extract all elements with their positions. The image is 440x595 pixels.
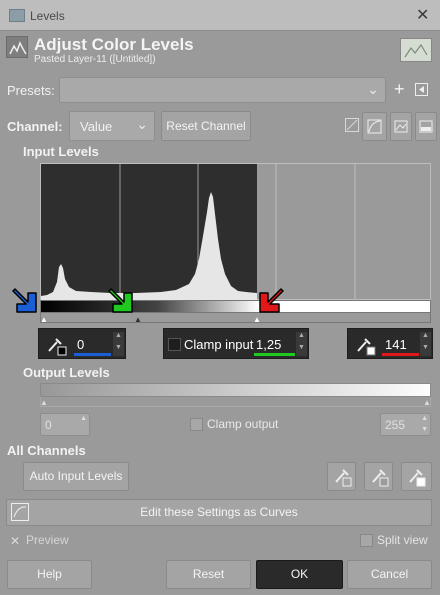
green-indicator — [254, 353, 295, 356]
high-input-stepper[interactable]: ▲ ▼ — [420, 332, 431, 356]
edit-as-curves-button[interactable]: Edit these Settings as Curves — [6, 499, 432, 526]
help-button[interactable]: Help — [7, 560, 92, 589]
reset-channel-button[interactable]: Reset Channel — [161, 111, 251, 141]
title-bar: Levels ✕ — [0, 0, 440, 31]
preview-label: Preview — [26, 533, 69, 547]
picker-black-icon[interactable] — [43, 334, 68, 356]
blue-arrow-annotation — [12, 288, 37, 313]
channel-value: Value — [80, 119, 113, 134]
clamp-output-label: Clamp output — [207, 417, 279, 431]
high-input-group: 141 ▲ ▼ — [347, 328, 433, 359]
high-input-value[interactable]: 141 — [385, 337, 407, 352]
picker-gray-icon — [372, 469, 389, 487]
picker-hist-button[interactable] — [390, 112, 412, 141]
auto-input-levels-button[interactable]: Auto Input Levels — [23, 462, 129, 491]
edit-as-curves-label: Edit these Settings as Curves — [140, 505, 298, 519]
clamp-input-label: Clamp input — [184, 337, 254, 352]
split-view-label: Split view — [377, 533, 428, 547]
all-channels-title: All Channels — [7, 443, 86, 458]
menu-icon[interactable] — [415, 83, 428, 96]
gamma-group: Clamp input 1,25 ▲ ▼ — [163, 328, 309, 359]
clamp-input-checkbox[interactable] — [168, 338, 181, 351]
low-output-spin[interactable]: 0 ▲ — [40, 413, 90, 436]
input-slider-track[interactable]: ▲ ▲ ▲ — [40, 313, 431, 324]
split-view-checkbox[interactable] — [360, 534, 373, 547]
preview-checkbox[interactable]: ✕ — [10, 534, 20, 548]
picker-white-icon[interactable] — [352, 334, 377, 356]
high-output-spin[interactable]: 255 ▲ ▼ — [380, 413, 431, 436]
close-icon[interactable]: ✕ — [416, 5, 429, 25]
picker-black-icon — [335, 469, 352, 487]
low-input-group: 0 ▲ ▼ — [38, 328, 126, 359]
high-input-handle[interactable]: ▲ — [253, 315, 261, 324]
low-input-value[interactable]: 0 — [77, 337, 84, 352]
channel-combo[interactable]: Value ⌄ — [69, 111, 155, 141]
window-title: Levels — [30, 9, 65, 23]
fill-hist-button[interactable] — [415, 112, 437, 141]
chevron-down-icon: ⌄ — [367, 81, 379, 97]
blue-indicator — [74, 353, 111, 356]
linear-hist-icon[interactable] — [345, 118, 359, 132]
layer-thumbnail — [400, 38, 432, 62]
reset-button[interactable]: Reset — [166, 560, 251, 589]
add-preset-icon[interactable]: + — [394, 80, 405, 98]
green-arrow-annotation — [108, 288, 133, 313]
all-picker-black-button[interactable] — [327, 462, 356, 491]
red-indicator — [382, 353, 419, 356]
clamp-output-checkbox[interactable] — [190, 418, 203, 431]
curves-icon — [11, 503, 29, 521]
low-input-handle[interactable]: ▲ — [40, 315, 48, 324]
all-picker-gray-button[interactable] — [364, 462, 393, 491]
input-gradient — [40, 300, 431, 313]
all-picker-white-button[interactable] — [401, 462, 432, 491]
output-slider-track[interactable]: ▲ ▲ — [40, 397, 431, 407]
red-arrow-annotation — [259, 288, 284, 313]
log-hist-button[interactable] — [362, 112, 387, 141]
cancel-button[interactable]: Cancel — [347, 560, 432, 589]
app-icon — [9, 9, 25, 22]
log-hist-icon — [367, 119, 382, 134]
high-output-handle[interactable]: ▲ — [423, 398, 431, 407]
channel-label: Channel: — [7, 119, 63, 134]
high-output-value[interactable]: 255 — [385, 418, 405, 432]
presets-combo[interactable]: ⌄ — [59, 77, 386, 103]
fill-hist-icon — [419, 120, 433, 133]
chevron-down-icon: ⌄ — [136, 116, 148, 132]
output-gradient — [40, 383, 431, 397]
ok-button[interactable]: OK — [256, 560, 343, 589]
picker-hist-icon — [394, 120, 408, 133]
dialog-title: Adjust Color Levels — [34, 35, 194, 54]
input-levels-title: Input Levels — [23, 144, 99, 159]
picker-white-icon — [409, 469, 426, 487]
output-levels-title: Output Levels — [23, 365, 110, 380]
gamma-input-handle[interactable]: ▲ — [134, 315, 142, 324]
presets-label: Presets: — [7, 83, 55, 98]
histogram — [40, 163, 431, 301]
low-input-stepper[interactable]: ▲ ▼ — [113, 332, 124, 356]
gamma-stepper[interactable]: ▲ ▼ — [296, 332, 307, 356]
low-output-value[interactable]: 0 — [45, 418, 52, 432]
levels-icon — [6, 36, 28, 58]
gamma-value[interactable]: 1,25 — [256, 337, 281, 352]
low-output-handle[interactable]: ▲ — [40, 398, 48, 407]
dialog-subtitle: Pasted Layer-11 ([Untitled]) — [34, 54, 156, 65]
